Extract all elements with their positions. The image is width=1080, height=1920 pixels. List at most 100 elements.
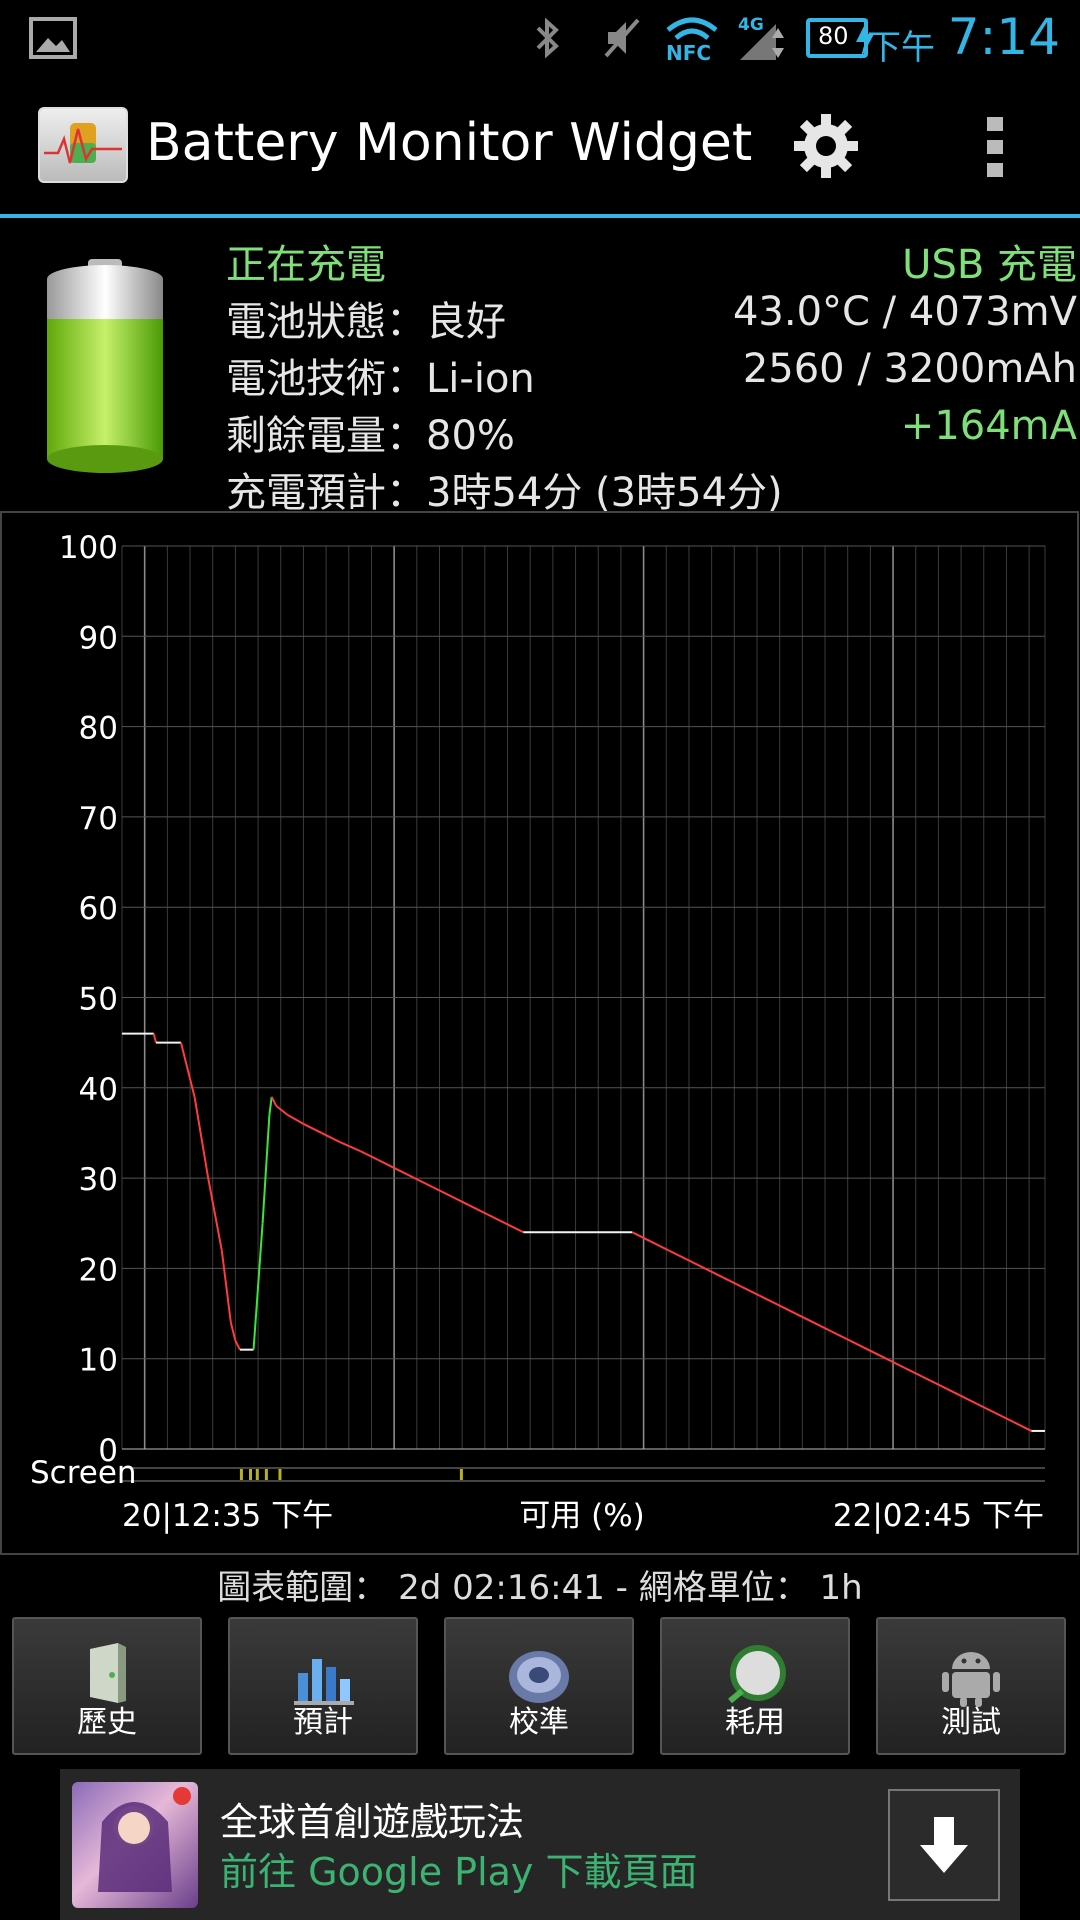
status-bar: NFC 4G 80 下午 7:14	[0, 0, 1080, 75]
y-tick-label: 40	[79, 1072, 118, 1108]
ad-title: 全球首創遊戲玩法	[220, 1800, 525, 1844]
x-end-label: 22|02:45 下午	[833, 1498, 1044, 1534]
screen-on-mark	[459, 1469, 463, 1480]
series-segment	[813, 1321, 833, 1333]
app-title: Battery Monitor Widget	[146, 113, 753, 173]
series-segment	[287, 1114, 304, 1125]
chart-svg: 0102030405060708090100 Screen 20|12:35 下…	[30, 530, 1046, 1534]
remaining-level: 剩餘電量：80%	[226, 413, 515, 459]
series-segment	[229, 1322, 237, 1341]
y-tick-label: 30	[79, 1162, 118, 1198]
gallery-icon	[29, 17, 77, 59]
series-segment	[234, 1340, 241, 1351]
charge-type: USB 充電	[902, 242, 1077, 288]
series-segment	[631, 1231, 651, 1243]
chart-series	[122, 1032, 1045, 1432]
series-segment	[758, 1294, 778, 1306]
series-segment	[220, 1250, 232, 1323]
download-arrow-icon	[920, 1817, 968, 1873]
series-segment	[179, 1042, 196, 1098]
x-axis-label: 可用 (%)	[519, 1498, 645, 1534]
chart-range-text: 圖表範圍： 2d 02:16:41 - 網格單位： 1h	[217, 1568, 863, 1608]
battery-image-icon	[47, 259, 163, 473]
series-segment	[302, 1123, 323, 1134]
series-segment	[994, 1411, 1014, 1423]
series-segment	[275, 1105, 289, 1116]
overflow-menu-icon[interactable]	[985, 115, 1005, 179]
series-segment	[152, 1033, 157, 1043]
y-tick-label: 70	[79, 801, 118, 837]
usage-label: 耗用	[725, 1705, 785, 1740]
y-tick-label: 60	[79, 891, 118, 927]
series-segment	[450, 1195, 470, 1207]
series-segment	[395, 1168, 415, 1179]
ad-game-image[interactable]	[72, 1782, 198, 1908]
ad-subtitle: 前往 Google Play 下載頁面	[220, 1850, 698, 1894]
app-logo-icon[interactable]	[38, 107, 128, 183]
charging-state: 正在充電	[226, 242, 386, 288]
series-segment	[321, 1132, 341, 1143]
forecast-label: 預計	[293, 1705, 353, 1740]
ad-banner[interactable]: 全球首創遊戲玩法 前往 Google Play 下載頁面	[60, 1769, 1020, 1920]
series-segment	[668, 1249, 688, 1261]
series-segment	[795, 1312, 815, 1324]
clock-ampm: 下午	[867, 28, 935, 68]
series-segment	[268, 1096, 273, 1116]
ad-download-button[interactable]	[888, 1789, 1000, 1901]
battery-technology: 電池技術：Li-ion	[226, 356, 535, 402]
action-bar-divider	[0, 214, 1080, 218]
series-segment	[486, 1213, 506, 1225]
battery-chart[interactable]: 0 10 20 30 40 50 60 70 80 90 100 Screen 20|12:35 下…	[0, 511, 1079, 1555]
series-segment	[432, 1186, 452, 1198]
network-label: 4G	[738, 15, 764, 35]
y-tick-label: 80	[79, 711, 118, 747]
screen-on-mark	[278, 1469, 282, 1480]
series-segment	[704, 1267, 724, 1279]
charge-estimate: 充電預計：3時54分 (3時54分)	[226, 470, 783, 516]
series-segment	[339, 1141, 361, 1152]
usage-button[interactable]: 耗用	[660, 1617, 850, 1755]
test-label: 測試	[941, 1705, 1001, 1740]
settings-gear-icon[interactable]	[790, 110, 862, 182]
series-segment	[940, 1384, 960, 1396]
series-segment	[976, 1402, 996, 1414]
temp-voltage: 43.0°C / 4073mV	[732, 289, 1077, 335]
series-segment	[359, 1150, 379, 1161]
clock: 7:14	[947, 8, 1060, 66]
y-axis-ticks: 0102030405060708090100	[59, 530, 118, 1469]
screen-on-mark	[248, 1469, 252, 1480]
forecast-button[interactable]: 預計	[228, 1617, 418, 1755]
y-tick-label: 100	[59, 530, 118, 566]
bluetooth-icon	[536, 17, 559, 59]
history-button[interactable]: 歷史	[12, 1617, 202, 1755]
action-bar: Battery Monitor Widget	[0, 75, 1080, 215]
battery-level: 80	[818, 22, 849, 50]
screen-on-mark	[255, 1469, 259, 1480]
calibrate-label: 校準	[509, 1705, 569, 1740]
y-tick-label: 50	[79, 982, 118, 1018]
series-segment	[270, 1096, 278, 1107]
x-start-label: 20|12:35 下午	[122, 1498, 333, 1534]
y-tick-label: 20	[79, 1252, 118, 1288]
test-button[interactable]: 測試	[876, 1617, 1066, 1755]
wifi-nfc-icon: NFC	[666, 17, 718, 62]
series-segment	[885, 1357, 905, 1369]
series-segment	[207, 1177, 223, 1251]
history-label: 歷史	[77, 1705, 137, 1740]
battery-current: +164mA	[900, 403, 1077, 449]
y-tick-label: 10	[79, 1343, 118, 1379]
nfc-label: NFC	[666, 41, 711, 62]
chart-grid	[121, 545, 1046, 1450]
screen-on-mark	[239, 1469, 243, 1480]
series-segment	[903, 1366, 923, 1378]
series-segment	[193, 1096, 210, 1179]
series-segment	[261, 1114, 271, 1224]
screen-row	[122, 1467, 1045, 1482]
screen-label: Screen	[30, 1455, 137, 1491]
mute-icon	[604, 18, 640, 58]
screen-on-mark	[264, 1469, 268, 1480]
series-segment	[722, 1276, 742, 1288]
series-segment	[849, 1339, 869, 1351]
battery-capacity: 2560 / 3200mAh	[742, 346, 1077, 392]
calibrate-button[interactable]: 校準	[444, 1617, 634, 1755]
